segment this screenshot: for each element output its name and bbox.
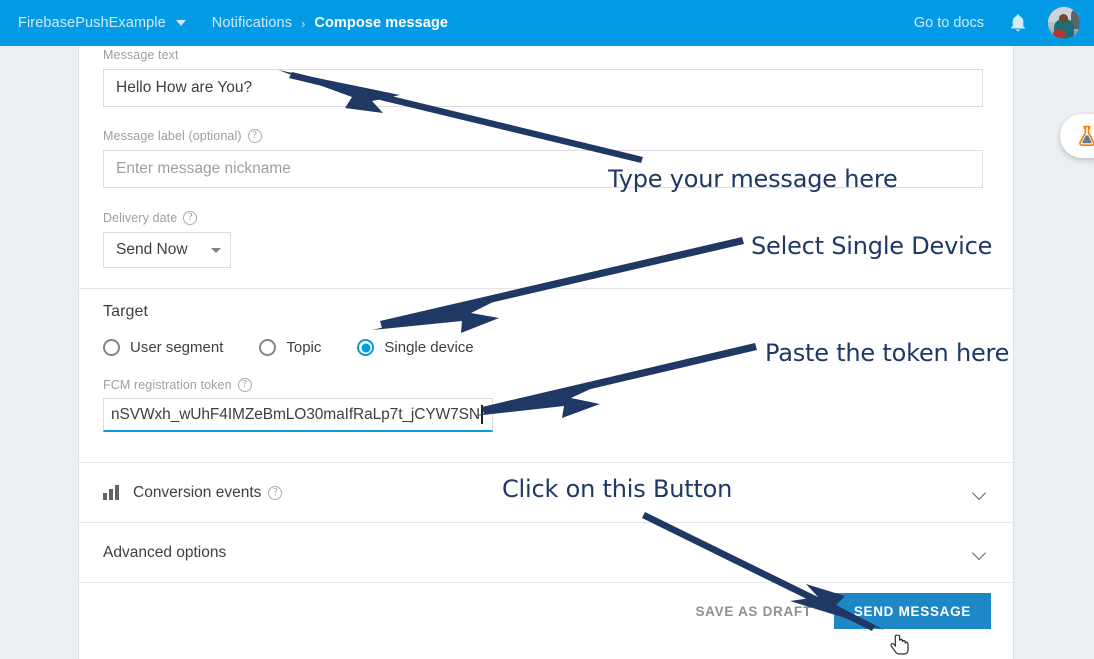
lab-beaker-icon <box>1079 125 1094 146</box>
user-avatar[interactable] <box>1048 7 1080 39</box>
conversion-events-title: Conversion events <box>133 483 262 501</box>
radio-user-segment[interactable]: User segment <box>103 339 223 356</box>
breadcrumb-current-compose-message: Compose message <box>314 15 449 31</box>
text-cursor-caret <box>481 405 483 424</box>
fcm-token-value: nSVWxh_wUhF4IMZeBmLO30maIfRaLp7t_jCYW7SN <box>111 405 480 423</box>
lab-beaker-fab-button[interactable] <box>1060 114 1094 158</box>
top-app-bar: FirebasePushExample Notifications › Comp… <box>0 0 1094 46</box>
top-bar-actions: Go to docs <box>914 7 1080 39</box>
conversion-events-title-wrap: Conversion events ? <box>133 483 283 502</box>
message-section: Message text Hello How are You? Message … <box>79 46 1013 288</box>
message-label-placeholder: Enter message nickname <box>116 160 291 177</box>
radio-topic-label: Topic <box>286 339 322 356</box>
radio-single-device[interactable]: Single device <box>357 339 474 356</box>
card-footer: SAVE AS DRAFT SEND MESSAGE <box>79 582 1013 639</box>
message-label-label: Message label (optional) ? <box>103 129 989 143</box>
message-text-input[interactable]: Hello How are You? <box>103 69 983 107</box>
target-title: Target <box>103 303 149 320</box>
message-text-value: Hello How are You? <box>116 79 253 96</box>
advanced-options-title: Advanced options <box>103 543 227 561</box>
fcm-token-label-text: FCM registration token <box>103 378 232 392</box>
app-root: FirebasePushExample Notifications › Comp… <box>0 0 1094 659</box>
target-radio-group: User segment Topic Single device <box>103 339 989 356</box>
target-section: Target User segment Topic Single device … <box>79 288 1013 462</box>
breadcrumb-separator-icon: › <box>301 15 306 31</box>
help-circle-icon[interactable]: ? <box>247 129 262 143</box>
send-message-button[interactable]: SEND MESSAGE <box>833 593 991 629</box>
project-chevron-down-icon[interactable] <box>175 20 186 26</box>
message-label-label-text: Message label (optional) <box>103 129 242 143</box>
help-circle-icon[interactable]: ? <box>183 211 198 225</box>
fcm-token-input[interactable]: nSVWxh_wUhF4IMZeBmLO30maIfRaLp7t_jCYW7SN <box>103 398 493 432</box>
radio-topic[interactable]: Topic <box>259 339 321 356</box>
chevron-down-icon[interactable] <box>971 484 989 502</box>
project-selector-label[interactable]: FirebasePushExample <box>18 15 166 31</box>
advanced-options-section[interactable]: Advanced options <box>79 522 1013 582</box>
breadcrumb-item-notifications[interactable]: Notifications <box>212 15 292 31</box>
breadcrumb: Notifications › Compose message <box>212 15 448 31</box>
message-label-input[interactable]: Enter message nickname <box>103 150 983 188</box>
message-text-label: Message text <box>103 46 989 62</box>
radio-circle-icon <box>259 339 277 356</box>
delivery-date-select[interactable]: Send Now <box>103 232 231 268</box>
radio-user-segment-label: User segment <box>130 339 224 356</box>
message-text-label-text: Message text <box>103 48 179 62</box>
bar-chart-icon <box>103 485 119 500</box>
save-as-draft-button[interactable]: SAVE AS DRAFT <box>681 595 825 628</box>
radio-circle-icon <box>103 339 120 356</box>
hand-pointer-cursor <box>890 634 909 655</box>
advanced-options-title-wrap: Advanced options <box>103 544 226 562</box>
help-circle-icon[interactable]: ? <box>268 485 283 500</box>
help-circle-icon[interactable]: ? <box>237 378 252 392</box>
radio-single-device-label: Single device <box>384 339 474 356</box>
chevron-down-icon <box>211 247 221 253</box>
delivery-date-selected-value: Send Now <box>116 241 188 258</box>
go-to-docs-link[interactable]: Go to docs <box>914 15 984 31</box>
delivery-date-label: Delivery date ? <box>103 211 989 225</box>
radio-circle-selected-icon <box>357 339 375 356</box>
notification-bell-icon[interactable] <box>1008 12 1028 34</box>
chevron-down-icon[interactable] <box>971 544 989 562</box>
fcm-token-label: FCM registration token ? <box>103 378 989 392</box>
compose-message-card: Message text Hello How are You? Message … <box>78 46 1014 659</box>
conversion-events-section[interactable]: Conversion events ? <box>79 462 1013 522</box>
delivery-date-label-text: Delivery date <box>103 211 178 225</box>
